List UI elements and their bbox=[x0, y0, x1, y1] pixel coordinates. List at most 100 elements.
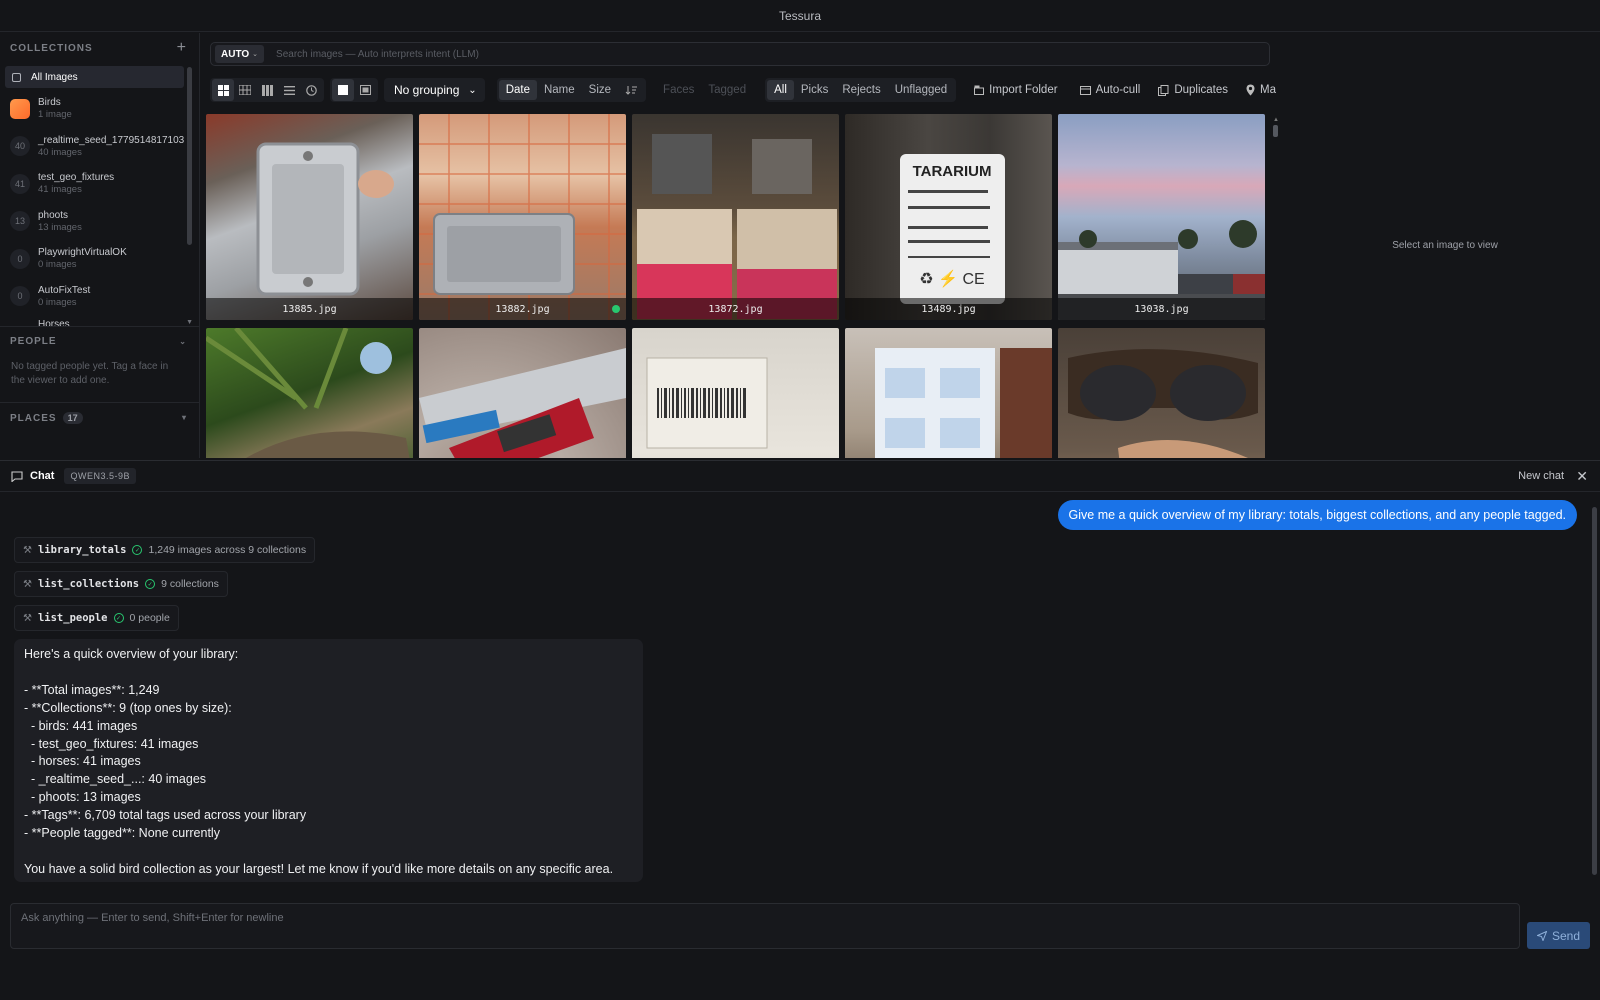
grouping-select[interactable]: No grouping ⌄ bbox=[384, 78, 485, 102]
collection-badge: 13 bbox=[10, 211, 30, 232]
scroll-down-icon[interactable]: ▼ bbox=[186, 319, 193, 326]
duplicates-label: Duplicates bbox=[1174, 84, 1229, 96]
check-circle-icon: ✓ bbox=[132, 545, 143, 555]
filter-unflagged-button[interactable]: Unflagged bbox=[888, 80, 954, 100]
timeline-view-icon[interactable] bbox=[300, 79, 322, 101]
collections-scrollbar[interactable] bbox=[187, 67, 192, 245]
scroll-up-icon[interactable]: ▲ bbox=[1273, 117, 1279, 123]
search-bar: AUTO ⌄ bbox=[210, 42, 1270, 66]
grid-scroll-thumb[interactable] bbox=[1273, 125, 1278, 137]
image-filename: 13872.jpg bbox=[632, 298, 839, 320]
thumb-fill-icon[interactable] bbox=[354, 79, 376, 101]
grid-toolbar: No grouping ⌄ Date Name Size Faces Tagge… bbox=[210, 78, 1280, 102]
chevron-down-icon: ⌄ bbox=[468, 84, 477, 96]
grid-scrollbar[interactable]: ▲ bbox=[1273, 117, 1279, 457]
filter-all-button[interactable]: All bbox=[767, 80, 794, 100]
people-header[interactable]: PEOPLE ⌄ bbox=[0, 326, 199, 356]
image-thumbnail[interactable] bbox=[632, 328, 839, 458]
sort-direction-icon[interactable] bbox=[618, 80, 644, 100]
image-thumbnail[interactable]: 13885.jpg bbox=[206, 114, 413, 320]
auto-cull-button[interactable]: Auto-cull bbox=[1076, 84, 1145, 96]
grid-view-icon[interactable] bbox=[212, 79, 234, 101]
filter-rejects-button[interactable]: Rejects bbox=[835, 80, 887, 100]
model-badge[interactable]: QWEN3.5-9B bbox=[64, 468, 136, 484]
tool-call[interactable]: ⚒ list_collections ✓ 9 collections bbox=[14, 571, 228, 597]
wrench-icon: ⚒ bbox=[23, 612, 32, 624]
caret-down-icon[interactable]: ▾ bbox=[182, 413, 187, 422]
list-view-icon[interactable] bbox=[278, 79, 300, 101]
chat-header: Chat QWEN3.5-9B New chat ✕ bbox=[0, 460, 1600, 492]
close-icon[interactable]: ✕ bbox=[1576, 468, 1588, 485]
image-grid: 13885.jpg 13882.jpg 13872.jpg TARARIUM ♻ … bbox=[206, 114, 1266, 458]
sort-name-button[interactable]: Name bbox=[537, 80, 582, 100]
sidebar-item-all-images[interactable]: All Images bbox=[5, 66, 184, 88]
places-header[interactable]: PLACES 17 ▾ bbox=[0, 402, 199, 432]
tool-result: 1,249 images across 9 collections bbox=[148, 544, 307, 556]
import-folder-button[interactable]: Import Folder bbox=[970, 84, 1061, 96]
search-mode-label: AUTO bbox=[221, 48, 250, 60]
tagged-filter[interactable]: Tagged bbox=[701, 84, 753, 96]
image-thumbnail[interactable] bbox=[1058, 328, 1265, 458]
flag-filter-segment: All Picks Rejects Unflagged bbox=[765, 78, 957, 102]
thumbnail-size-group bbox=[330, 78, 378, 102]
add-collection-icon[interactable]: + bbox=[177, 39, 187, 57]
compact-grid-icon[interactable] bbox=[234, 79, 256, 101]
sidebar: COLLECTIONS + All Images Birds 1 image 40… bbox=[0, 33, 200, 458]
image-filename: 13885.jpg bbox=[206, 298, 413, 320]
filter-picks-button[interactable]: Picks bbox=[794, 80, 835, 100]
chat-scrollbar[interactable] bbox=[1592, 507, 1597, 875]
collection-item[interactable]: 41 test_geo_fixtures 41 images bbox=[0, 165, 199, 203]
collection-name: PlaywrightVirtualOK bbox=[38, 247, 127, 259]
collection-badge: 0 bbox=[10, 286, 30, 307]
send-label: Send bbox=[1551, 928, 1581, 943]
collection-item[interactable]: 0 PlaywrightVirtualOK 0 images bbox=[0, 240, 199, 278]
search-mode-dropdown[interactable]: AUTO ⌄ bbox=[215, 45, 265, 63]
pick-status-dot bbox=[612, 305, 620, 313]
collection-item[interactable]: Birds 1 image bbox=[0, 90, 199, 128]
collection-item[interactable]: 0 AutoFixTest 0 images bbox=[0, 278, 199, 316]
send-button[interactable]: Send bbox=[1527, 922, 1590, 949]
collection-count: 0 images bbox=[38, 259, 77, 271]
places-count-badge: 17 bbox=[62, 411, 83, 424]
auto-cull-label: Auto-cull bbox=[1095, 84, 1141, 96]
chevron-down-icon[interactable]: ⌄ bbox=[179, 337, 187, 346]
chat-bubble-icon bbox=[11, 470, 23, 482]
all-images-label: All Images bbox=[31, 71, 78, 83]
sort-date-button[interactable]: Date bbox=[498, 80, 537, 100]
collection-item[interactable]: 13 phoots 13 images bbox=[0, 203, 199, 241]
collection-badge: 0 bbox=[10, 248, 30, 269]
collection-item[interactable]: 40 _realtime_seed_1779514817103 40 images bbox=[0, 128, 199, 166]
collection-name: Horses bbox=[38, 319, 70, 326]
image-filename: 13882.jpg bbox=[419, 298, 626, 320]
image-thumbnail[interactable]: 13038.jpg bbox=[1058, 114, 1265, 320]
duplicates-button[interactable]: Duplicates bbox=[1154, 84, 1232, 96]
collection-item[interactable]: Horses bbox=[0, 315, 199, 326]
collection-name: test_geo_fixtures bbox=[38, 172, 115, 184]
collections-header-label: COLLECTIONS bbox=[10, 42, 93, 54]
image-thumbnail[interactable] bbox=[419, 328, 626, 458]
image-thumbnail[interactable]: TARARIUM ♻ ⚡ CE 13489.jpg bbox=[845, 114, 1052, 320]
collections-header: COLLECTIONS + bbox=[0, 33, 199, 63]
search-input[interactable] bbox=[264, 48, 1269, 60]
tool-call[interactable]: ⚒ list_people ✓ 0 people bbox=[14, 605, 179, 631]
sort-segment: Date Name Size bbox=[496, 78, 647, 102]
image-thumbnail[interactable]: 13872.jpg bbox=[632, 114, 839, 320]
image-filename: 13038.jpg bbox=[1058, 298, 1265, 320]
image-thumbnail[interactable]: 13882.jpg bbox=[419, 114, 626, 320]
check-circle-icon: ✓ bbox=[113, 613, 124, 623]
check-circle-icon: ✓ bbox=[145, 579, 156, 589]
image-thumbnail[interactable] bbox=[206, 328, 413, 458]
new-chat-button[interactable]: New chat bbox=[1518, 470, 1564, 482]
masonry-view-icon[interactable] bbox=[256, 79, 278, 101]
tool-call[interactable]: ⚒ library_totals ✓ 1,249 images across 9… bbox=[14, 537, 316, 563]
map-button[interactable]: Ma bbox=[1242, 84, 1280, 96]
checkbox-icon[interactable] bbox=[12, 72, 21, 82]
collection-badge: 41 bbox=[10, 173, 30, 194]
faces-filter[interactable]: Faces bbox=[656, 84, 701, 96]
thumb-large-icon[interactable] bbox=[332, 79, 354, 101]
chat-input[interactable] bbox=[11, 904, 1519, 948]
image-thumbnail[interactable] bbox=[845, 328, 1052, 458]
places-header-label: PLACES bbox=[10, 412, 57, 424]
user-message: Give me a quick overview of my library: … bbox=[1057, 500, 1577, 530]
sort-size-button[interactable]: Size bbox=[582, 80, 618, 100]
